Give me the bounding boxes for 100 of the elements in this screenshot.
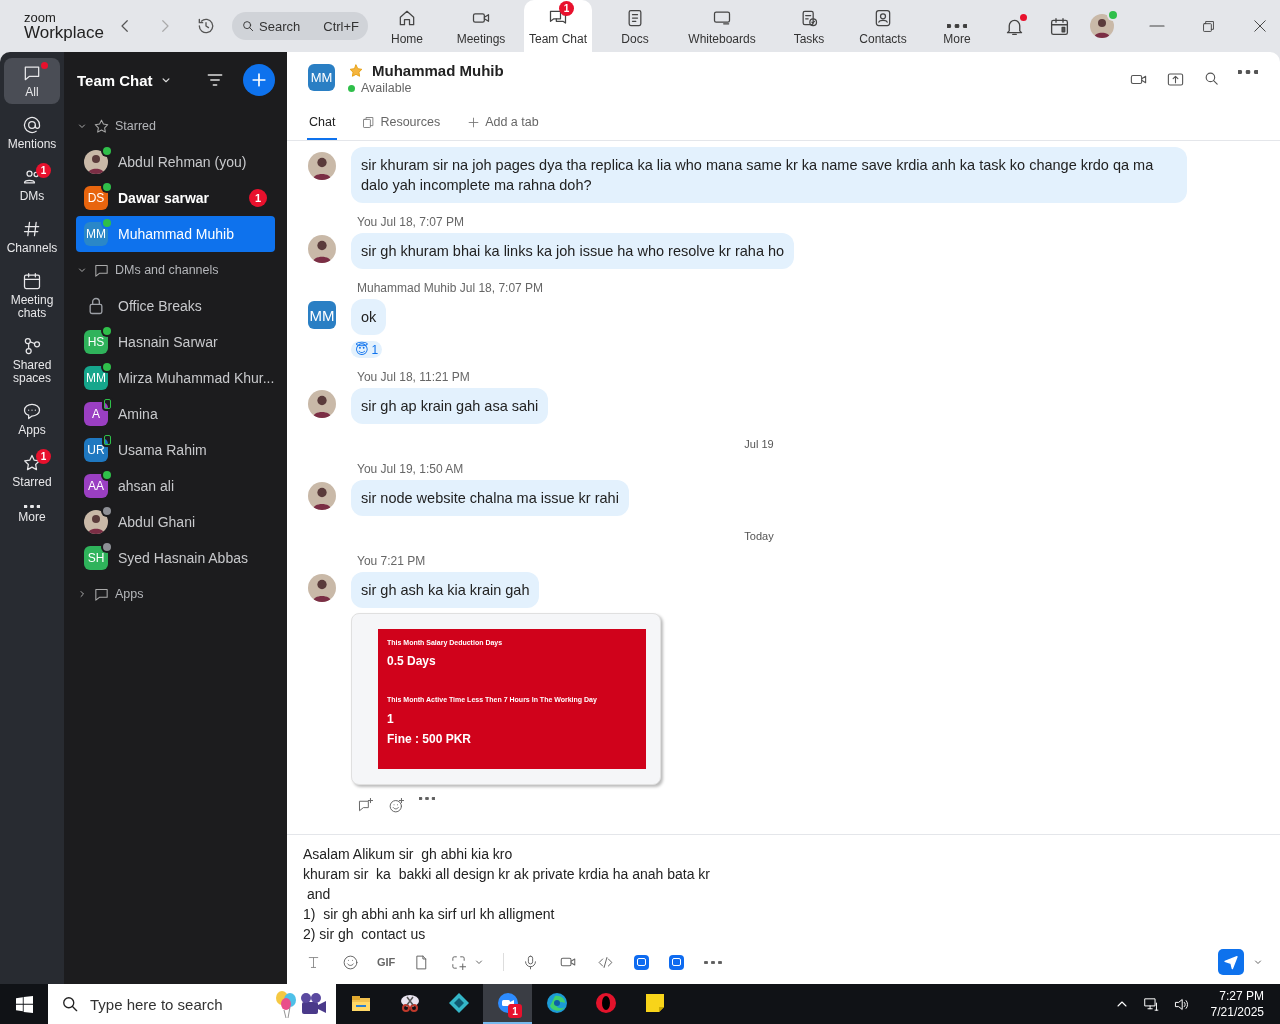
nav-tab[interactable]: Home: [376, 0, 438, 52]
nav-tab[interactable]: Tasks: [778, 0, 841, 52]
count-badge: 1: [508, 1004, 522, 1018]
send-button[interactable]: [1218, 949, 1244, 975]
chat-list-item[interactable]: DS Dawar sarwar 1: [76, 180, 275, 216]
taskbar-search-field[interactable]: Type here to search: [48, 984, 336, 1024]
nav-tab[interactable]: More: [926, 0, 989, 52]
avatar: DS: [84, 186, 108, 210]
chat-list-item[interactable]: MM Muhammad Muhib: [76, 216, 275, 252]
contact-name: Muhammad Muhib: [372, 62, 504, 79]
message-bubble: ok: [351, 299, 387, 335]
shortcut-label: Ctrl+F: [323, 19, 359, 34]
chat-list-item[interactable]: Office Breaks: [76, 288, 275, 324]
search-icon: [1203, 70, 1220, 87]
person-avatar: [84, 510, 108, 534]
nav-tab[interactable]: Team Chat 1: [524, 0, 593, 52]
history-icon: [196, 16, 216, 36]
rail-tab[interactable]: Apps: [4, 396, 60, 442]
section-header[interactable]: DMs and channels: [76, 252, 275, 288]
date-separator: Today: [744, 530, 774, 542]
message-bubble: sir gh khuram bhai ka links ka joh issue ha who resolve kr raha ho: [351, 233, 795, 269]
copy-icon: [361, 114, 377, 130]
avatar: MM: [308, 301, 336, 329]
section-header[interactable]: Apps: [76, 576, 275, 612]
reply-icon: [357, 797, 374, 814]
more-icon: [947, 24, 968, 28]
chat-list-item[interactable]: AA ahsan ali: [76, 468, 275, 504]
person-avatar: [308, 574, 336, 602]
search-icon: [60, 994, 80, 1014]
hash-icon: [22, 219, 42, 239]
card-text: 1: [387, 712, 395, 726]
rail-tab[interactable]: DMs 1: [4, 162, 60, 208]
message-header: Muhammad Muhib Jul 18, 7:07 PM: [357, 281, 544, 297]
count-badge: 1: [559, 1, 574, 16]
avatar: A: [84, 402, 108, 426]
message-bubble: sir gh ap krain gah asa sahi: [351, 388, 549, 424]
chat-list-item[interactable]: Abdul Rehman (you): [76, 144, 275, 180]
minimize-icon: [1148, 25, 1167, 27]
message-bubble: sir node website chalna ma issue kr rahi: [351, 480, 629, 516]
ring-icon: [593, 991, 618, 1015]
rail-tab[interactable]: Mentions: [4, 110, 60, 156]
rail-tab[interactable]: Shared spaces: [4, 331, 60, 390]
add-emoji-icon: [388, 797, 405, 814]
network-icon: [1143, 995, 1161, 1013]
share-screen-icon: [1166, 70, 1185, 89]
more-icon: [24, 505, 40, 508]
plus-icon: [466, 114, 482, 130]
new-chat-button[interactable]: [243, 64, 275, 96]
nav-tab[interactable]: Docs: [604, 0, 667, 52]
app-button[interactable]: [667, 952, 687, 972]
nav-tab[interactable]: Meetings: [450, 0, 512, 52]
browser-icon: [544, 991, 569, 1015]
section-header[interactable]: Starred: [76, 108, 275, 144]
more-button[interactable]: [702, 958, 725, 966]
taskbar-app[interactable]: 1: [483, 984, 532, 1024]
app-button[interactable]: [632, 952, 652, 972]
chat-list-item[interactable]: SH Syed Hasnain Abbas: [76, 540, 275, 576]
chat-tab[interactable]: Chat: [307, 106, 338, 140]
gif-button[interactable]: GIF: [377, 956, 396, 968]
emoji-icon: [342, 953, 359, 971]
reaction-chip[interactable]: 😇 1: [351, 341, 383, 358]
message-header: You Jul 18, 11:21 PM: [357, 370, 470, 386]
chat-list-item[interactable]: MM Mirza Muhammad Khur...: [76, 360, 275, 396]
chat-list-item[interactable]: A Amina: [76, 396, 275, 432]
person-avatar: [308, 390, 336, 418]
chat-list-item[interactable]: HS Hasnain Sarwar: [76, 324, 275, 360]
clock-time: 7:27 PM: [1219, 988, 1264, 1004]
message-header: You Jul 18, 7:07 PM: [357, 215, 464, 231]
rail-tab[interactable]: Channels: [4, 214, 60, 260]
rail-tab[interactable]: All: [4, 58, 60, 104]
avatar: AA: [84, 474, 108, 498]
message-bubble: sir gh ash ka kia krain gah: [351, 572, 540, 608]
rail-tab[interactable]: Starred 1: [4, 448, 60, 494]
avatar: UR: [84, 438, 108, 462]
card-text: 0.5 Days: [387, 654, 437, 668]
nav-tab[interactable]: Whiteboards: [678, 0, 767, 52]
person-avatar: [308, 235, 336, 263]
search-icon: [241, 19, 255, 33]
chat-list-item[interactable]: UR Usama Rahim: [76, 432, 275, 468]
app-icon: [669, 954, 685, 970]
logo-text: Workplace: [24, 24, 104, 41]
avatar: HS: [84, 330, 108, 354]
rail-tab[interactable]: Meeting chats: [4, 266, 60, 325]
calendar-icon: [1049, 15, 1071, 37]
status-text: Available: [361, 81, 412, 95]
message-header: You 7:21 PM: [357, 554, 426, 570]
person-avatar: [84, 150, 108, 174]
logo-text: zoom: [24, 11, 57, 24]
calendar-icon: [22, 271, 42, 291]
rail-tab[interactable]: More: [4, 500, 60, 529]
nav-tab[interactable]: Contacts: [852, 0, 915, 52]
workspace-menu[interactable]: Team Chat: [77, 71, 173, 89]
avatar: MM: [308, 64, 335, 91]
count-badge: 1: [249, 189, 267, 207]
chat-tab[interactable]: Resources: [359, 106, 443, 140]
clock-date: 7/21/2025: [1210, 1004, 1264, 1020]
message-input[interactable]: Asalam Alikum sir gh abhi kia kro khuram sir ka bakki all design kr ak private krdia ha anah bata kr and 1) sir gh abhi anh ka sirf url kh alligment 2) sir gh contact us: [303, 835, 1266, 944]
count-badge: 1: [36, 163, 51, 178]
chat-tab[interactable]: Add a tab: [464, 106, 541, 140]
chat-list-item[interactable]: Abdul Ghani: [76, 504, 275, 540]
